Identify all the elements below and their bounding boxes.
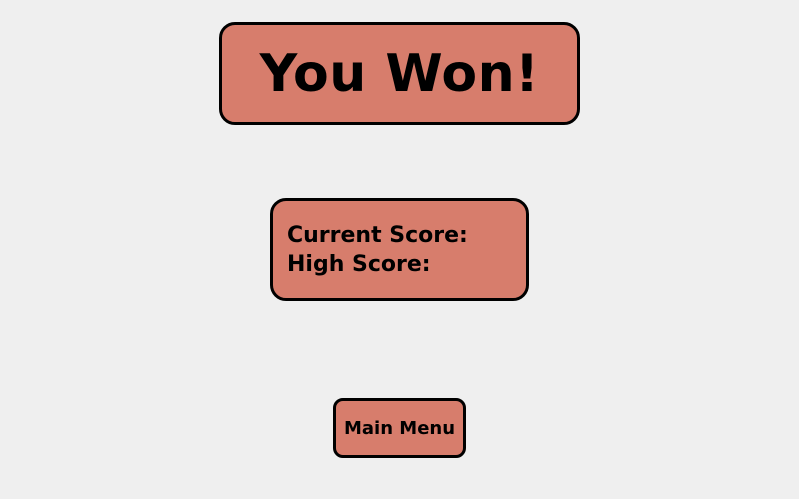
current-score-label: Current Score: bbox=[287, 223, 468, 248]
score-panel: Current Score: High Score: bbox=[270, 198, 529, 301]
main-menu-label: Main Menu bbox=[343, 417, 456, 439]
main-menu-button[interactable]: Main Menu bbox=[333, 398, 466, 458]
high-score-label: High Score: bbox=[287, 252, 431, 277]
result-banner: You Won! bbox=[219, 22, 580, 125]
result-title: You Won! bbox=[259, 43, 540, 104]
